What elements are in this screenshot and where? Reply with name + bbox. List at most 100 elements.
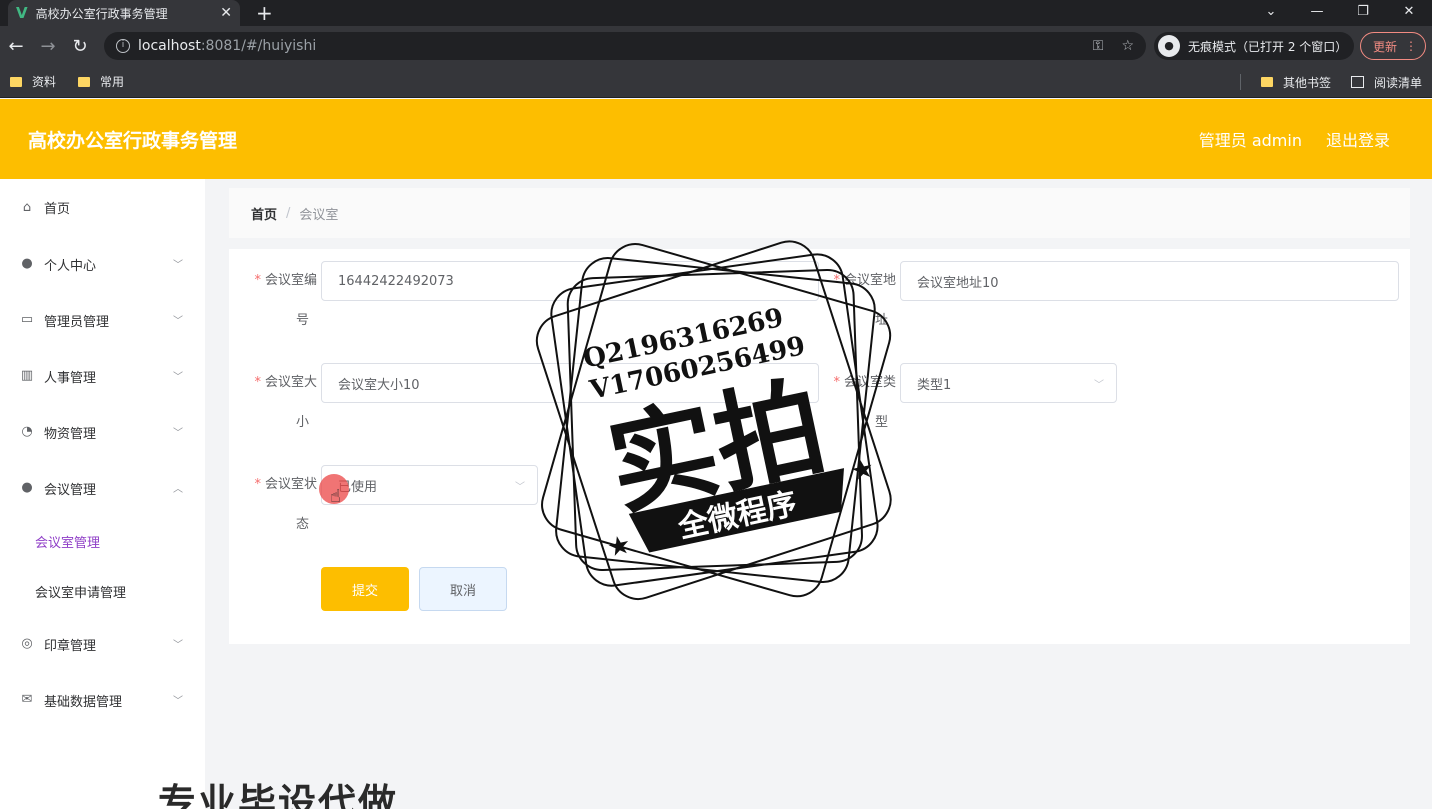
bookmark-label: 阅读清单 [1373,75,1422,90]
sidebar-subitem-room-apply[interactable]: 会议室申请管理 [0,566,205,616]
sidebar-item-label: 物资管理 [44,426,97,442]
tab-search-icon[interactable]: ⌄ [1248,0,1294,26]
chevron-down-icon: ﹀ [1094,380,1104,391]
close-window-icon[interactable]: ✕ [1386,0,1432,26]
divider [1239,74,1241,90]
new-tab-icon[interactable]: + [256,1,273,25]
sidebar: ⌂ 首页 ● 个人中心 ﹀ ▭ 管理员管理 ﹀ ▥ 人事管理 ﹀ ◔ 物资管理 … [0,179,205,809]
logout-link[interactable]: 退出登录 [1326,127,1390,151]
folder-icon [78,76,91,87]
bookmarks-bar: 资料 常用 其他书签 阅读清单 [0,66,1432,98]
browser-tab-bar: V 高校办公室行政事务管理 ✕ + ⌄ — ❐ ✕ [0,0,1432,26]
tab-title: 高校办公室行政事务管理 [35,6,168,21]
user-label: 管理员 admin [1198,131,1302,150]
bookmark-label: 资料 [32,75,57,89]
tab-close-icon[interactable]: ✕ [220,5,232,21]
incognito-label: 无痕模式（已打开 2 个窗口） [1188,39,1348,54]
sidebar-subitem-label: 会议室申请管理 [35,585,127,601]
hand-cursor-icon: ☝ [330,486,341,507]
sidebar-item-hr[interactable]: ▥ 人事管理 ﹀ [0,348,205,404]
sidebar-item-label: 印章管理 [44,638,97,654]
folder-icon [1260,77,1273,87]
star-icon[interactable]: ☆ [1121,38,1134,54]
url-host: localhost [138,38,201,54]
user-icon: ● [21,256,33,271]
breadcrumb: 首页 / 会议室 [229,188,1410,238]
room-type-value: 类型1 [917,377,952,393]
window-controls: ⌄ — ❐ ✕ [1248,0,1432,26]
room-size-label-cont: 小 [295,415,309,430]
app-header: 高校办公室行政事务管理 管理员 admin 退出登录 [0,99,1432,179]
reading-list-icon [1350,76,1364,88]
update-button[interactable]: 更新 ⋮ [1360,32,1426,60]
sidebar-item-home[interactable]: ⌂ 首页 [0,179,205,236]
sidebar-subitem-label: 会议室管理 [35,535,101,551]
seal-icon: ◎ [21,636,33,651]
key-icon[interactable]: ⚿ [1093,38,1104,54]
breadcrumb-separator: / [286,205,291,221]
breadcrumb-home[interactable]: 首页 [251,204,277,223]
room-number-label: * 会议室编 [254,273,317,288]
update-label: 更新 [1373,39,1398,54]
incognito-icon: ● [1158,35,1180,57]
id-card-icon: ▭ [20,312,34,327]
vue-logo-icon: V [16,4,28,22]
sidebar-item-label: 基础数据管理 [44,694,123,710]
room-status-label-cont: 态 [295,517,309,532]
sidebar-item-basic-data[interactable]: ✉ 基础数据管理 ﹀ [0,672,205,728]
incognito-indicator[interactable]: ● 无痕模式（已打开 2 个窗口） [1154,32,1354,60]
reload-icon[interactable]: ↻ [64,36,96,57]
bookmark-folder[interactable]: 常用 [78,73,124,90]
bulb-icon: ● [21,480,33,495]
gauge-icon: ◔ [21,424,33,439]
chevron-down-icon: ﹀ [173,696,183,707]
back-icon[interactable]: ← [0,36,32,57]
room-status-select[interactable]: 已使用 ﹀ [321,465,538,505]
breadcrumb-current: 会议室 [299,207,339,223]
room-size-label: * 会议室大 [254,375,317,390]
submit-button[interactable]: 提交 [321,567,409,611]
sidebar-item-label: 管理员管理 [44,314,110,330]
bookmark-label: 常用 [100,75,125,89]
minimize-icon[interactable]: — [1294,0,1340,26]
room-address-input[interactable]: 会议室地址10 [900,261,1399,301]
bottom-watermark-text: 专业毕设代做 [158,781,399,809]
forward-icon[interactable]: → [32,36,64,57]
books-icon: ▥ [20,368,34,383]
other-bookmarks[interactable]: 其他书签 [1260,74,1331,91]
star-icon: ★ [605,530,634,564]
sidebar-item-supplies[interactable]: ◔ 物资管理 ﹀ [0,404,205,460]
more-icon[interactable]: ⋮ [1405,39,1417,53]
chevron-down-icon: ﹀ [173,260,183,271]
address-bar-row: ← → ↻ i localhost:8081/#/huiyishi ⚿ ☆ ● … [0,26,1432,66]
sidebar-item-seal[interactable]: ◎ 印章管理 ﹀ [0,616,205,672]
site-info-icon[interactable]: i [116,39,130,53]
bookmark-folder[interactable]: 资料 [10,73,56,90]
room-number-label-cont: 号 [295,313,309,328]
sidebar-item-label: 人事管理 [44,370,97,386]
sidebar-item-label: 首页 [44,202,71,217]
chevron-down-icon: ﹀ [173,428,183,439]
folder-icon [10,76,22,87]
cancel-button[interactable]: 取消 [419,567,507,611]
sidebar-subitem-room-manage[interactable]: 会议室管理 [0,516,205,566]
restore-icon[interactable]: ❐ [1340,0,1386,26]
sidebar-item-meeting[interactable]: ● 会议管理 ︿ [0,460,205,516]
chevron-up-icon: ︿ [173,484,183,495]
room-type-select[interactable]: 类型1 ﹀ [900,363,1117,403]
app-title: 高校办公室行政事务管理 [28,129,238,152]
sidebar-item-admin[interactable]: ▭ 管理员管理 ﹀ [0,292,205,348]
browser-tab[interactable]: V 高校办公室行政事务管理 ✕ [8,0,240,26]
sidebar-item-label: 个人中心 [44,258,97,274]
chevron-down-icon: ﹀ [173,372,183,383]
sidebar-item-label: 会议管理 [44,482,97,498]
url-input[interactable]: i localhost:8081/#/huiyishi ⚿ ☆ [104,32,1146,60]
chevron-down-icon: ﹀ [173,316,183,327]
room-status-label: * 会议室状 [254,477,317,492]
star-icon: ★ [848,453,877,487]
reading-list[interactable]: 阅读清单 [1350,74,1422,91]
chevron-down-icon: ﹀ [173,640,183,651]
home-icon: ⌂ [22,199,32,215]
sidebar-item-profile[interactable]: ● 个人中心 ﹀ [0,236,205,292]
stamp-watermark: Q2196316269 V17060256499 实拍 全微程序 ★ ★ [535,240,892,600]
